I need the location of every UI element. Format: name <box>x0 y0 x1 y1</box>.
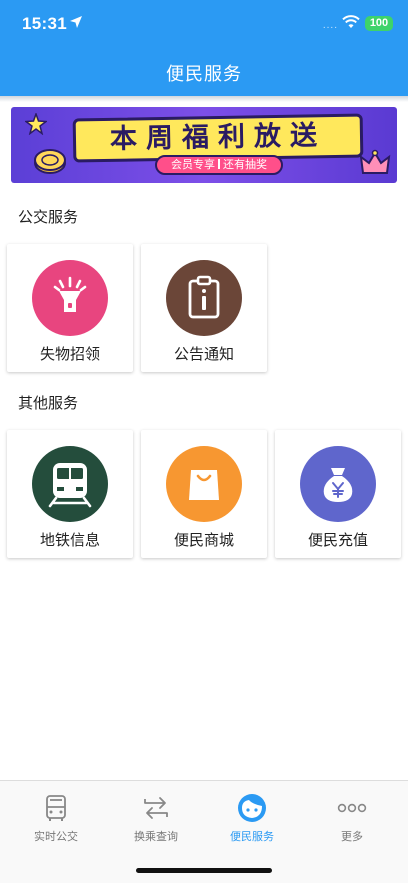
battery-indicator: 100 <box>365 16 393 31</box>
top-app-bar: 15:31 .... 100 便民服务 <box>0 0 408 96</box>
service-mall[interactable]: 便民商城 <box>141 430 267 558</box>
header-shadow <box>0 96 408 102</box>
crown-icon <box>359 149 391 174</box>
tab-convenience-services[interactable]: 便民服务 <box>201 791 303 843</box>
banner-tagline-left: 会员专享 <box>171 159 215 171</box>
coin-icon <box>34 149 66 174</box>
tab-label: 换乘查询 <box>134 831 178 843</box>
status-bar: 15:31 .... 100 <box>0 0 408 44</box>
star-icon <box>25 113 47 135</box>
service-label: 便民商城 <box>173 532 234 549</box>
tab-more[interactable]: 更多 <box>301 791 403 843</box>
service-icon-circle <box>32 446 108 522</box>
cellular-signal-icon: .... <box>322 20 338 31</box>
transfer-icon <box>144 797 168 819</box>
service-icon-circle <box>166 260 242 336</box>
tab-label: 便民服务 <box>230 831 274 843</box>
tab-transfer-query[interactable]: 换乘查询 <box>105 791 207 843</box>
subway-icon <box>48 463 92 508</box>
banner-tagline-right: 还有抽奖 <box>223 159 267 171</box>
money-bag-icon <box>323 468 353 502</box>
section-title-bus-services: 公交服务 <box>18 209 79 226</box>
service-recharge[interactable]: 便民充值 <box>275 430 401 558</box>
tab-label: 实时公交 <box>34 831 78 843</box>
wifi-icon <box>342 15 360 28</box>
promo-banner[interactable]: 本周福利放送 会员专享 还有抽奖 <box>11 107 397 183</box>
tab-realtime-bus[interactable]: 实时公交 <box>5 791 107 843</box>
page-title: 便民服务 <box>166 64 242 84</box>
service-subway-info[interactable]: 地铁信息 <box>7 430 133 558</box>
home-indicator[interactable] <box>136 868 272 873</box>
flashlight-icon <box>53 276 87 312</box>
shopping-bag-icon <box>189 470 219 500</box>
service-icon-circle <box>300 446 376 522</box>
service-label: 公告通知 <box>173 346 234 363</box>
banner-tagline: 会员专享 还有抽奖 <box>155 155 283 175</box>
tagline-divider <box>218 159 220 169</box>
service-icon-circle <box>32 260 108 336</box>
service-label: 便民充值 <box>307 532 368 549</box>
banner-headline: 本周福利放送 <box>109 120 327 154</box>
status-time: 15:31 <box>22 14 67 33</box>
service-label: 地铁信息 <box>39 532 100 549</box>
bus-icon <box>46 795 66 821</box>
location-arrow-icon <box>70 16 82 28</box>
section-title-other-services: 其他服务 <box>18 395 79 412</box>
service-announcements[interactable]: 公告通知 <box>141 244 267 372</box>
more-icon <box>337 803 367 813</box>
clipboard-icon <box>188 275 220 319</box>
face-icon <box>238 794 266 822</box>
tab-label: 更多 <box>341 831 363 843</box>
service-icon-circle <box>166 446 242 522</box>
service-label: 失物招领 <box>39 346 100 363</box>
service-lost-and-found[interactable]: 失物招领 <box>7 244 133 372</box>
